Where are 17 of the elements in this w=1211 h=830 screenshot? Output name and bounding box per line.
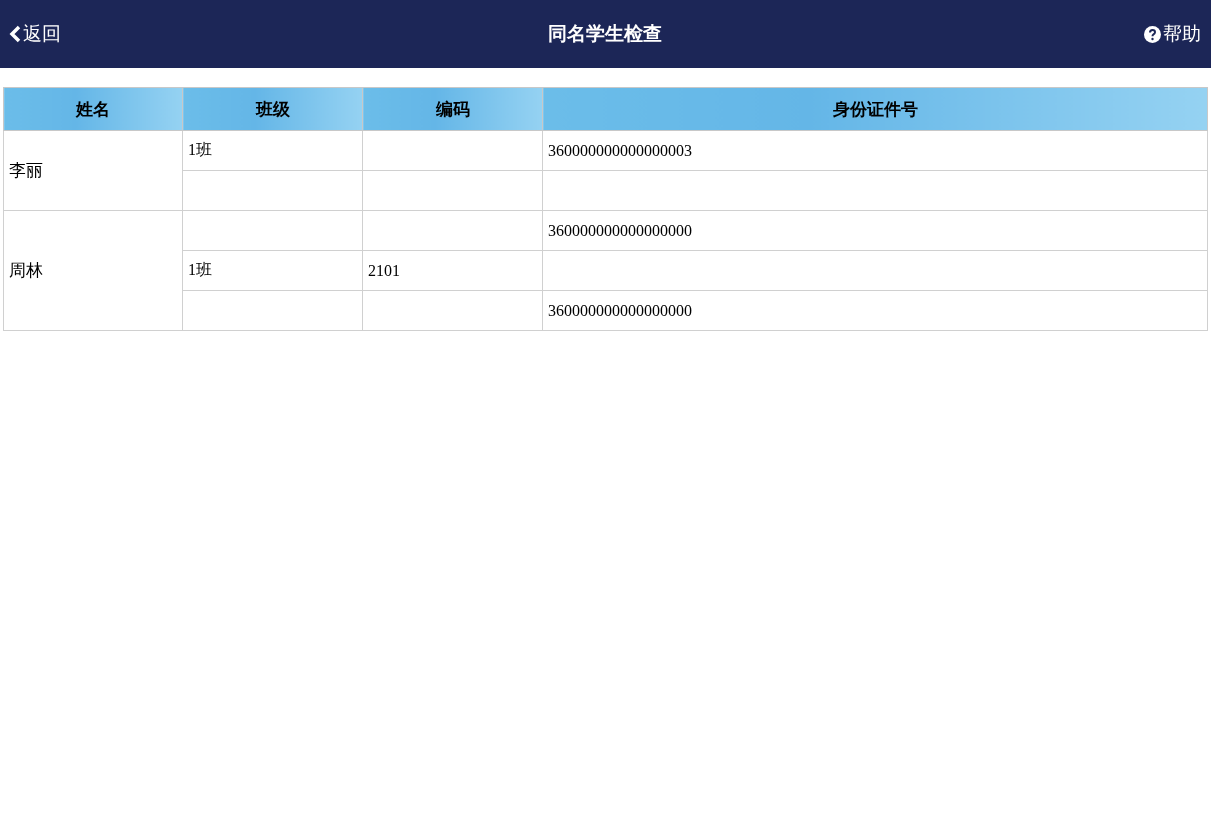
student-name: 李丽 — [9, 160, 43, 180]
id-number-cell: 360000000000000000 — [548, 301, 692, 319]
column-header: 身份证件号 — [542, 87, 1208, 131]
class-cell: 1班 — [188, 261, 212, 278]
help-button[interactable]: 帮助 — [1163, 21, 1201, 47]
page-title: 同名学生检查 — [548, 21, 662, 46]
class-cell: 1班 — [188, 141, 212, 158]
id-number-cell: 360000000000000003 — [548, 141, 692, 159]
back-button[interactable]: 返回 — [23, 21, 61, 47]
chevron-left-icon[interactable] — [9, 25, 21, 43]
column-header: 姓名 — [3, 87, 183, 131]
help-icon[interactable] — [1144, 25, 1161, 43]
id-number-cell: 360000000000000000 — [548, 221, 692, 239]
column-header: 编码 — [362, 87, 543, 131]
column-header: 班级 — [182, 87, 363, 131]
code-cell: 2101 — [368, 261, 400, 279]
student-name: 周林 — [9, 260, 43, 280]
